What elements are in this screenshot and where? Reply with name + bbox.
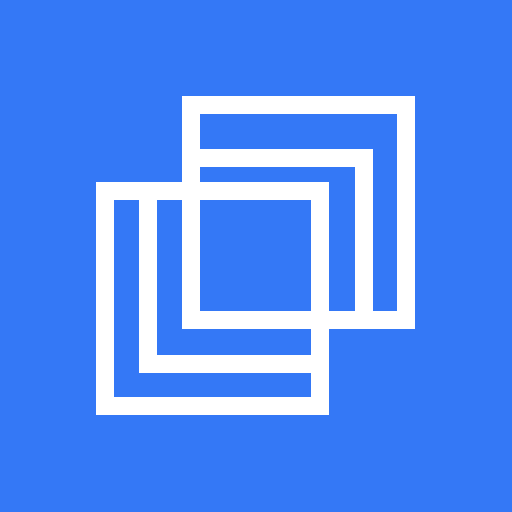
overlapping-squares-logo-icon — [0, 0, 512, 512]
icon-background — [0, 0, 512, 512]
app-icon — [0, 0, 512, 512]
